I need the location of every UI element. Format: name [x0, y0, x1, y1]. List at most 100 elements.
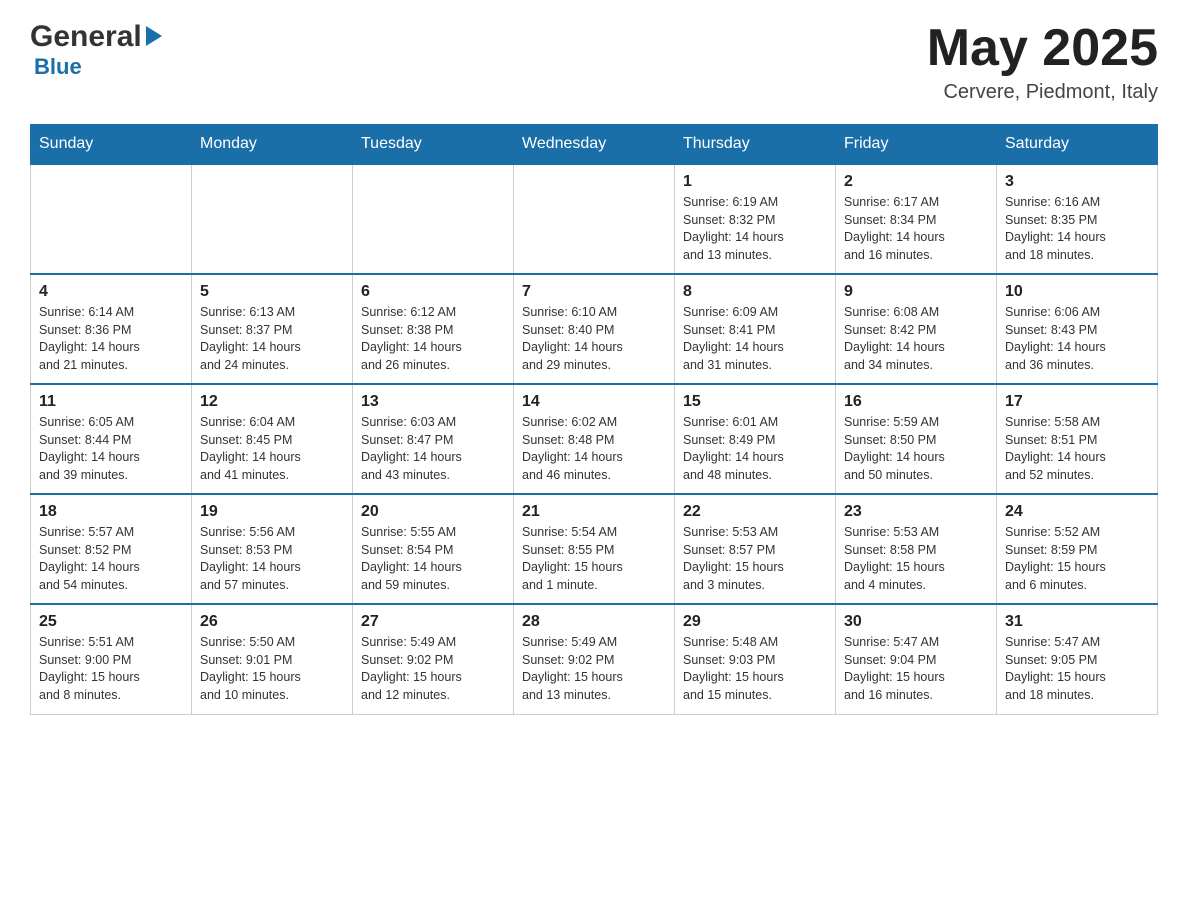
- calendar-cell: [192, 164, 353, 274]
- day-number: 16: [844, 393, 988, 411]
- calendar-cell: 17 Sunrise: 5:58 AM Sunset: 8:51 PM Dayli…: [997, 384, 1158, 494]
- calendar-cell: 8 Sunrise: 6:09 AM Sunset: 8:41 PM Daylig…: [675, 274, 836, 384]
- day-number: 29: [683, 613, 827, 631]
- calendar-cell: 1 Sunrise: 6:19 AM Sunset: 8:32 PM Daylig…: [675, 164, 836, 274]
- day-number: 3: [1005, 173, 1149, 191]
- day-info: Sunrise: 5:49 AM Sunset: 9:02 PM Dayligh…: [522, 634, 666, 704]
- calendar-week-row: 4Sunrise: 6:14 AM Sunset: 8:36 PM Daylig…: [31, 274, 1158, 384]
- day-info: Sunrise: 6:19 AM Sunset: 8:32 PM Dayligh…: [683, 194, 827, 264]
- day-info: Sunrise: 5:59 AM Sunset: 8:50 PM Dayligh…: [844, 414, 988, 484]
- calendar-cell: [353, 164, 514, 274]
- day-number: 7: [522, 283, 666, 301]
- day-number: 1: [683, 173, 827, 191]
- calendar-cell: [514, 164, 675, 274]
- title-block: May 2025 Cervere, Piedmont, Italy: [927, 20, 1158, 104]
- calendar-week-row: 18 Sunrise: 5:57 AM Sunset: 8:52 PM Dayli…: [31, 494, 1158, 604]
- day-info: Sunrise: 5:50 AM Sunset: 9:01 PM Dayligh…: [200, 634, 344, 704]
- day-info: Sunrise: 6:09 AM Sunset: 8:41 PM Dayligh…: [683, 304, 827, 374]
- day-number: 26: [200, 613, 344, 631]
- calendar-cell: 7Sunrise: 6:10 AM Sunset: 8:40 PM Daylig…: [514, 274, 675, 384]
- calendar-cell: 4Sunrise: 6:14 AM Sunset: 8:36 PM Daylig…: [31, 274, 192, 384]
- day-info: Sunrise: 5:54 AM Sunset: 8:55 PM Dayligh…: [522, 524, 666, 594]
- calendar-cell: 2Sunrise: 6:17 AM Sunset: 8:34 PM Daylig…: [836, 164, 997, 274]
- day-number: 10: [1005, 283, 1149, 301]
- calendar-cell: 5 Sunrise: 6:13 AM Sunset: 8:37 PM Daylig…: [192, 274, 353, 384]
- calendar-cell: 15 Sunrise: 6:01 AM Sunset: 8:49 PM Dayli…: [675, 384, 836, 494]
- logo-arrow-icon: [146, 26, 162, 46]
- header-saturday: Saturday: [997, 125, 1158, 165]
- header-thursday: Thursday: [675, 125, 836, 165]
- day-number: 8: [683, 283, 827, 301]
- page-header: General Blue May 2025 Cervere, Piedmont,…: [30, 20, 1158, 104]
- day-info: Sunrise: 5:49 AM Sunset: 9:02 PM Dayligh…: [361, 634, 505, 704]
- calendar-week-row: 11Sunrise: 6:05 AM Sunset: 8:44 PM Dayli…: [31, 384, 1158, 494]
- day-number: 20: [361, 503, 505, 521]
- calendar-cell: 31Sunrise: 5:47 AM Sunset: 9:05 PM Dayli…: [997, 604, 1158, 714]
- calendar-cell: 29 Sunrise: 5:48 AM Sunset: 9:03 PM Dayli…: [675, 604, 836, 714]
- header-tuesday: Tuesday: [353, 125, 514, 165]
- day-number: 5: [200, 283, 344, 301]
- day-info: Sunrise: 5:52 AM Sunset: 8:59 PM Dayligh…: [1005, 524, 1149, 594]
- header-friday: Friday: [836, 125, 997, 165]
- logo-blue: Blue: [34, 54, 82, 80]
- day-info: Sunrise: 5:53 AM Sunset: 8:57 PM Dayligh…: [683, 524, 827, 594]
- month-year-title: May 2025: [927, 20, 1158, 77]
- calendar-table: Sunday Monday Tuesday Wednesday Thursday…: [30, 124, 1158, 715]
- day-number: 28: [522, 613, 666, 631]
- calendar-cell: 27 Sunrise: 5:49 AM Sunset: 9:02 PM Dayli…: [353, 604, 514, 714]
- day-info: Sunrise: 5:48 AM Sunset: 9:03 PM Dayligh…: [683, 634, 827, 704]
- day-info: Sunrise: 6:16 AM Sunset: 8:35 PM Dayligh…: [1005, 194, 1149, 264]
- day-info: Sunrise: 6:08 AM Sunset: 8:42 PM Dayligh…: [844, 304, 988, 374]
- header-sunday: Sunday: [31, 125, 192, 165]
- day-number: 6: [361, 283, 505, 301]
- day-info: Sunrise: 6:02 AM Sunset: 8:48 PM Dayligh…: [522, 414, 666, 484]
- day-number: 17: [1005, 393, 1149, 411]
- calendar-cell: [31, 164, 192, 274]
- calendar-cell: 11Sunrise: 6:05 AM Sunset: 8:44 PM Dayli…: [31, 384, 192, 494]
- calendar-cell: 30Sunrise: 5:47 AM Sunset: 9:04 PM Dayli…: [836, 604, 997, 714]
- day-number: 23: [844, 503, 988, 521]
- day-info: Sunrise: 6:06 AM Sunset: 8:43 PM Dayligh…: [1005, 304, 1149, 374]
- calendar-cell: 9 Sunrise: 6:08 AM Sunset: 8:42 PM Daylig…: [836, 274, 997, 384]
- day-number: 9: [844, 283, 988, 301]
- calendar-cell: 16 Sunrise: 5:59 AM Sunset: 8:50 PM Dayli…: [836, 384, 997, 494]
- calendar-cell: 26 Sunrise: 5:50 AM Sunset: 9:01 PM Dayli…: [192, 604, 353, 714]
- calendar-week-row: 1 Sunrise: 6:19 AM Sunset: 8:32 PM Daylig…: [31, 164, 1158, 274]
- logo-general: General: [30, 20, 142, 54]
- day-info: Sunrise: 6:12 AM Sunset: 8:38 PM Dayligh…: [361, 304, 505, 374]
- calendar-cell: 20 Sunrise: 5:55 AM Sunset: 8:54 PM Dayli…: [353, 494, 514, 604]
- header-wednesday: Wednesday: [514, 125, 675, 165]
- calendar-cell: 23 Sunrise: 5:53 AM Sunset: 8:58 PM Dayli…: [836, 494, 997, 604]
- day-info: Sunrise: 5:47 AM Sunset: 9:04 PM Dayligh…: [844, 634, 988, 704]
- day-info: Sunrise: 6:13 AM Sunset: 8:37 PM Dayligh…: [200, 304, 344, 374]
- day-number: 11: [39, 393, 183, 411]
- day-number: 21: [522, 503, 666, 521]
- day-info: Sunrise: 5:51 AM Sunset: 9:00 PM Dayligh…: [39, 634, 183, 704]
- calendar-cell: 13 Sunrise: 6:03 AM Sunset: 8:47 PM Dayli…: [353, 384, 514, 494]
- day-number: 31: [1005, 613, 1149, 631]
- day-number: 25: [39, 613, 183, 631]
- calendar-cell: 18 Sunrise: 5:57 AM Sunset: 8:52 PM Dayli…: [31, 494, 192, 604]
- day-info: Sunrise: 5:57 AM Sunset: 8:52 PM Dayligh…: [39, 524, 183, 594]
- calendar-cell: 6 Sunrise: 6:12 AM Sunset: 8:38 PM Daylig…: [353, 274, 514, 384]
- calendar-cell: 14Sunrise: 6:02 AM Sunset: 8:48 PM Dayli…: [514, 384, 675, 494]
- day-number: 12: [200, 393, 344, 411]
- day-info: Sunrise: 5:55 AM Sunset: 8:54 PM Dayligh…: [361, 524, 505, 594]
- day-number: 27: [361, 613, 505, 631]
- day-info: Sunrise: 6:03 AM Sunset: 8:47 PM Dayligh…: [361, 414, 505, 484]
- day-info: Sunrise: 6:04 AM Sunset: 8:45 PM Dayligh…: [200, 414, 344, 484]
- calendar-cell: 3 Sunrise: 6:16 AM Sunset: 8:35 PM Daylig…: [997, 164, 1158, 274]
- day-info: Sunrise: 5:53 AM Sunset: 8:58 PM Dayligh…: [844, 524, 988, 594]
- day-info: Sunrise: 6:01 AM Sunset: 8:49 PM Dayligh…: [683, 414, 827, 484]
- day-number: 19: [200, 503, 344, 521]
- day-number: 18: [39, 503, 183, 521]
- calendar-cell: 28 Sunrise: 5:49 AM Sunset: 9:02 PM Dayli…: [514, 604, 675, 714]
- logo: General Blue: [30, 20, 162, 80]
- calendar-cell: 22Sunrise: 5:53 AM Sunset: 8:57 PM Dayli…: [675, 494, 836, 604]
- calendar-cell: 19Sunrise: 5:56 AM Sunset: 8:53 PM Dayli…: [192, 494, 353, 604]
- calendar-cell: 10 Sunrise: 6:06 AM Sunset: 8:43 PM Dayli…: [997, 274, 1158, 384]
- day-number: 15: [683, 393, 827, 411]
- day-number: 13: [361, 393, 505, 411]
- day-info: Sunrise: 5:58 AM Sunset: 8:51 PM Dayligh…: [1005, 414, 1149, 484]
- day-info: Sunrise: 6:14 AM Sunset: 8:36 PM Dayligh…: [39, 304, 183, 374]
